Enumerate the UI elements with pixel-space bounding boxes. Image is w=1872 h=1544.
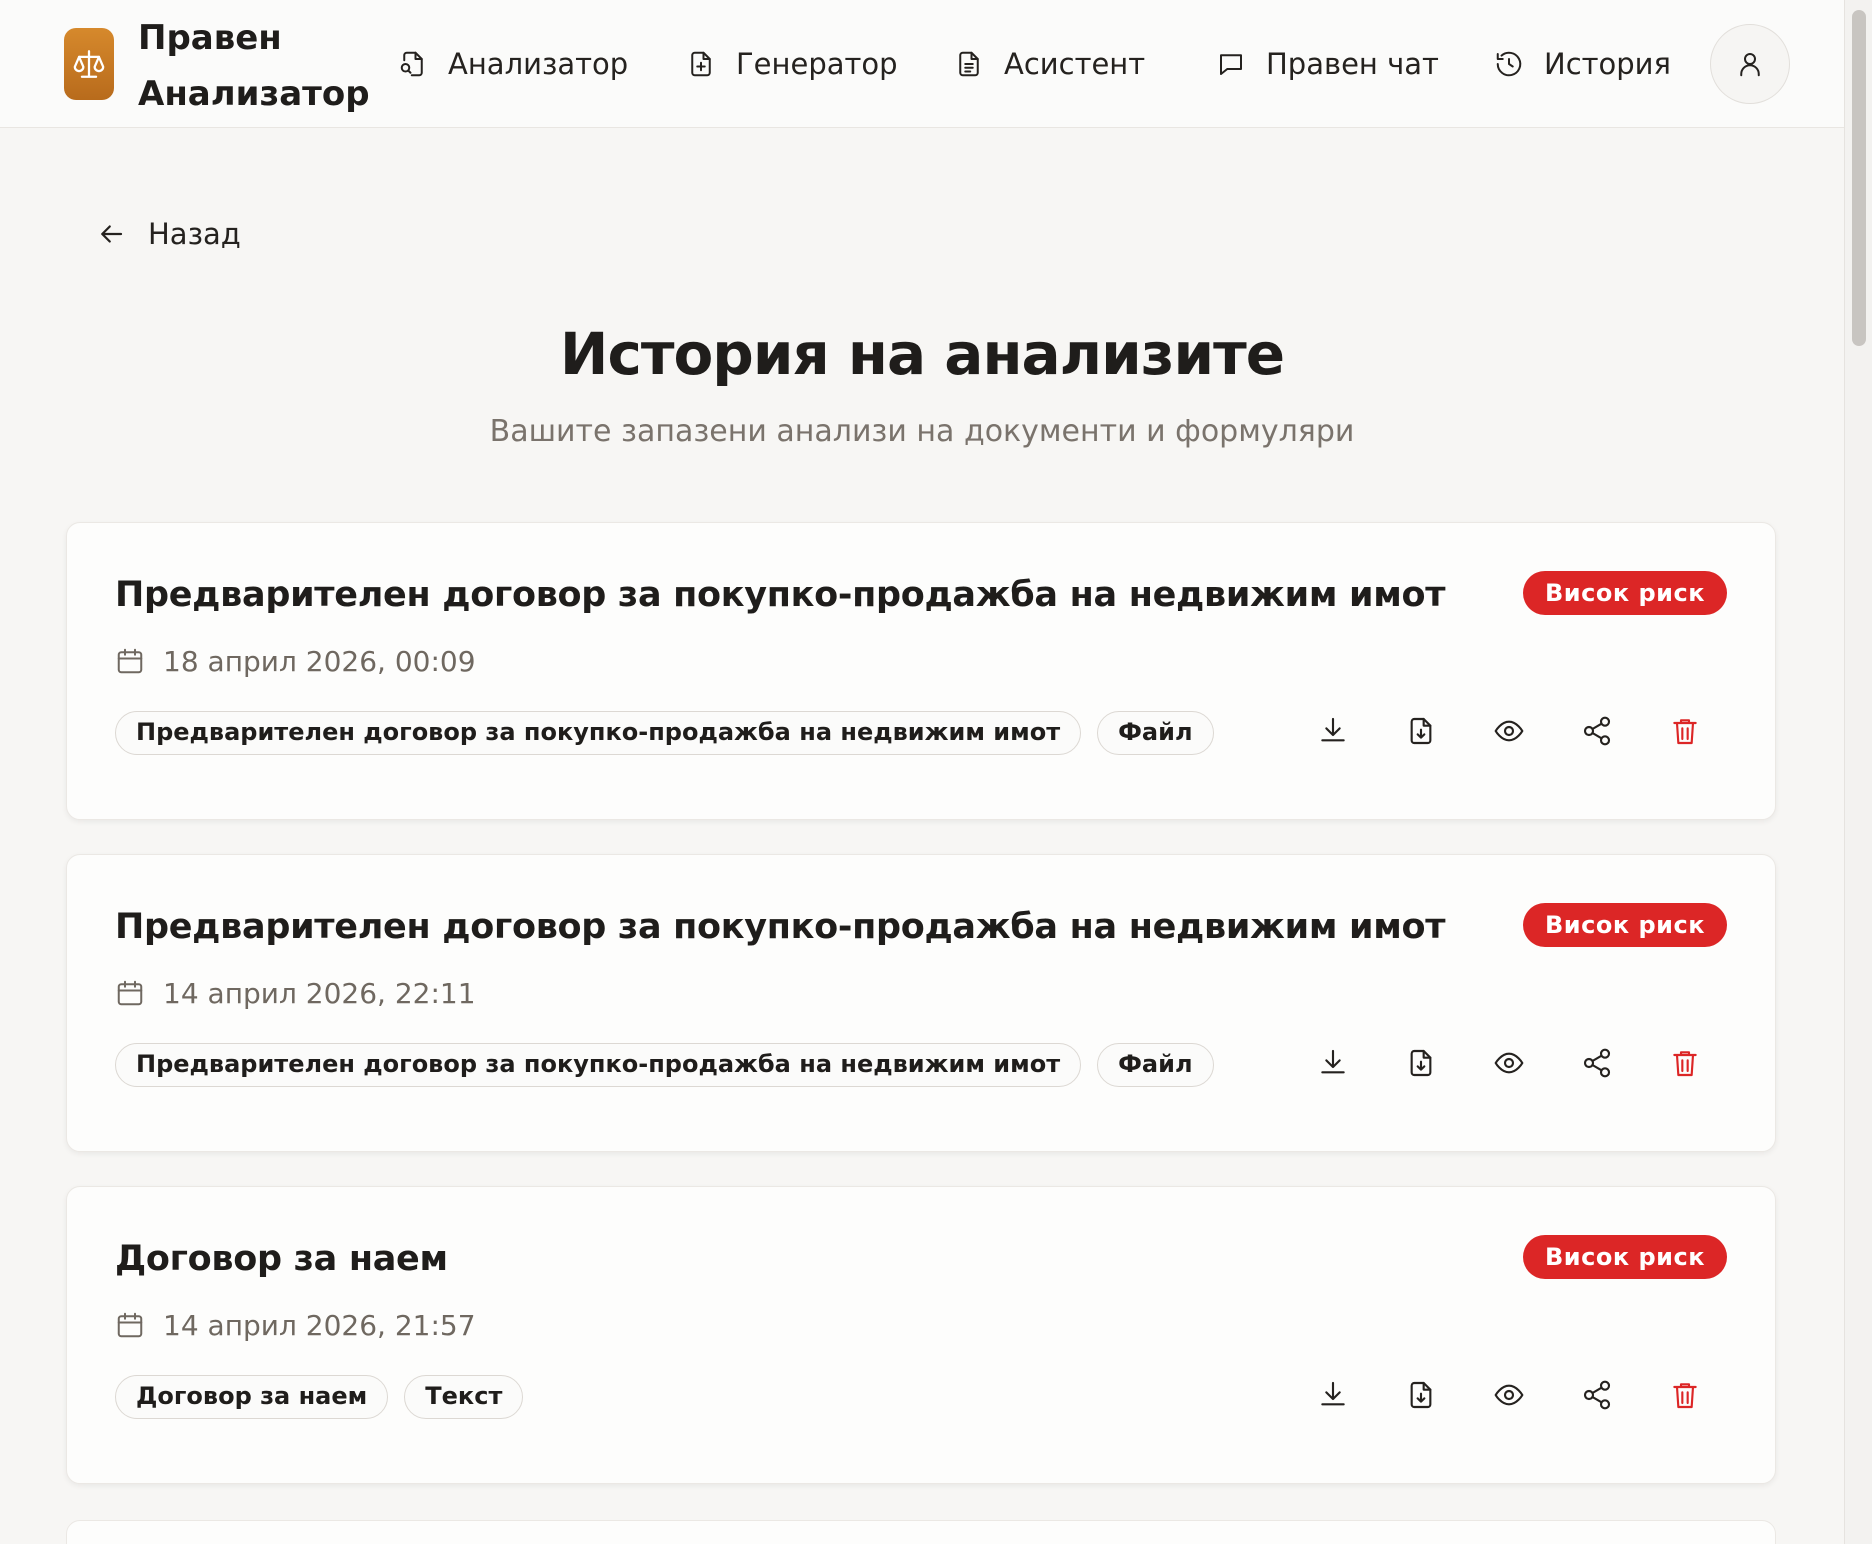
- scrollbar-thumb[interactable]: [1852, 10, 1866, 346]
- trash-icon: [1673, 1051, 1697, 1077]
- download-icon: [1321, 717, 1345, 742]
- share-button[interactable]: [1575, 1373, 1619, 1417]
- document-type-tag: Предварителен договор за покупко-продажб…: [115, 1043, 1082, 1087]
- share-icon: [1583, 1380, 1611, 1410]
- delete-button[interactable]: [1663, 709, 1707, 753]
- page-title: История на анализите: [559, 320, 1285, 388]
- arrow-left-icon: [101, 225, 123, 243]
- analysis-card[interactable]: Предварителен договор за покупко-продажб…: [66, 854, 1776, 1152]
- analysis-title[interactable]: Предварителен договор за покупко-продажб…: [115, 907, 1446, 947]
- nav-item-analyzer[interactable]: Анализатор: [398, 40, 628, 88]
- file-download-icon: [1410, 1049, 1432, 1077]
- download-document-button[interactable]: [1399, 709, 1443, 753]
- back-label: Назад: [148, 217, 241, 251]
- date-text: 14 април 2026, 21:57: [163, 1308, 476, 1342]
- card-actions: [1311, 709, 1707, 753]
- risk-badge: Висок риск: [1523, 903, 1727, 947]
- user-icon: [1740, 53, 1760, 77]
- file-text-icon: [959, 51, 979, 77]
- source-tag: Файл: [1097, 1043, 1214, 1087]
- delete-button[interactable]: [1663, 1373, 1707, 1417]
- analysis-card[interactable]: Договор за наем Висок риск 14 април 2026…: [66, 1186, 1776, 1484]
- eye-icon: [1494, 1052, 1524, 1074]
- download-button[interactable]: [1311, 709, 1355, 753]
- calendar-icon: [117, 980, 143, 1006]
- share-button[interactable]: [1575, 709, 1619, 753]
- analysis-title[interactable]: Договор за наем: [115, 1239, 448, 1279]
- tag-list: Предварителен договор за покупко-продажб…: [115, 711, 1214, 755]
- view-button[interactable]: [1487, 709, 1531, 753]
- history-icon: [1496, 51, 1522, 77]
- share-button[interactable]: [1575, 1041, 1619, 1085]
- risk-badge: Висок риск: [1523, 1235, 1727, 1279]
- back-link[interactable]: Назад: [96, 210, 241, 258]
- analysis-date: 14 април 2026, 21:57: [115, 1305, 476, 1345]
- calendar-icon: [117, 648, 143, 674]
- analysis-card-partial[interactable]: [66, 1520, 1776, 1544]
- trash-icon: [1673, 719, 1697, 745]
- nav-item-label: Асистент: [1004, 47, 1146, 81]
- tag-list: Договор за наем Текст: [115, 1375, 524, 1419]
- document-type-tag: Предварителен договор за покупко-продажб…: [115, 711, 1082, 755]
- scales-logo-icon[interactable]: [64, 28, 114, 100]
- download-button[interactable]: [1311, 1373, 1355, 1417]
- nav-item-label: Правен чат: [1266, 47, 1439, 81]
- analysis-card[interactable]: Предварителен договор за покупко-продажб…: [66, 522, 1776, 820]
- card-actions: [1311, 1373, 1707, 1417]
- profile-button[interactable]: [1710, 24, 1790, 104]
- download-document-button[interactable]: [1399, 1373, 1443, 1417]
- date-text: 18 април 2026, 00:09: [163, 644, 476, 678]
- analysis-date: 18 април 2026, 00:09: [115, 641, 476, 681]
- eye-icon: [1494, 720, 1524, 742]
- card-actions: [1311, 1041, 1707, 1085]
- calendar-icon: [117, 1312, 143, 1338]
- view-button[interactable]: [1487, 1373, 1531, 1417]
- brand-name-line2: Анализатор: [138, 74, 370, 114]
- download-icon: [1321, 1049, 1345, 1074]
- nav-item-history[interactable]: История: [1494, 40, 1671, 88]
- file-download-icon: [1410, 1381, 1432, 1409]
- page-scrollbar[interactable]: [1844, 0, 1872, 1544]
- file-plus-icon: [691, 51, 711, 77]
- source-tag: Текст: [404, 1375, 524, 1419]
- date-text: 14 април 2026, 22:11: [163, 976, 476, 1010]
- nav-item-label: Генератор: [736, 47, 898, 81]
- share-icon: [1583, 1048, 1611, 1078]
- brand-name-line1: Правен: [138, 18, 282, 58]
- download-button[interactable]: [1311, 1041, 1355, 1085]
- risk-badge: Висок риск: [1523, 571, 1727, 615]
- download-document-button[interactable]: [1399, 1041, 1443, 1085]
- brand-name[interactable]: Правен Анализатор: [138, 10, 378, 122]
- top-header: Правен Анализатор Анализатор Генератор А…: [0, 0, 1844, 128]
- page-subtitle: Вашите запазени анализи на документи и ф…: [489, 414, 1355, 449]
- nav-item-label: История: [1544, 47, 1671, 81]
- nav-item-generator[interactable]: Генератор: [686, 40, 898, 88]
- view-button[interactable]: [1487, 1041, 1531, 1085]
- source-tag: Файл: [1097, 711, 1214, 755]
- share-icon: [1583, 716, 1611, 746]
- delete-button[interactable]: [1663, 1041, 1707, 1085]
- chat-icon: [1220, 54, 1242, 75]
- analysis-date: 14 април 2026, 22:11: [115, 973, 476, 1013]
- nav-item-legal-chat[interactable]: Правен чат: [1216, 40, 1439, 88]
- download-icon: [1321, 1381, 1345, 1406]
- document-type-tag: Договор за наем: [115, 1375, 389, 1419]
- nav-item-assistant[interactable]: Асистент: [954, 40, 1145, 88]
- analysis-title[interactable]: Предварителен договор за покупко-продажб…: [115, 575, 1446, 615]
- trash-icon: [1673, 1383, 1697, 1409]
- nav-item-label: Анализатор: [448, 47, 629, 81]
- eye-icon: [1494, 1384, 1524, 1406]
- file-download-icon: [1410, 717, 1432, 745]
- tag-list: Предварителен договор за покупко-продажб…: [115, 1043, 1214, 1087]
- file-search-icon: [400, 51, 423, 77]
